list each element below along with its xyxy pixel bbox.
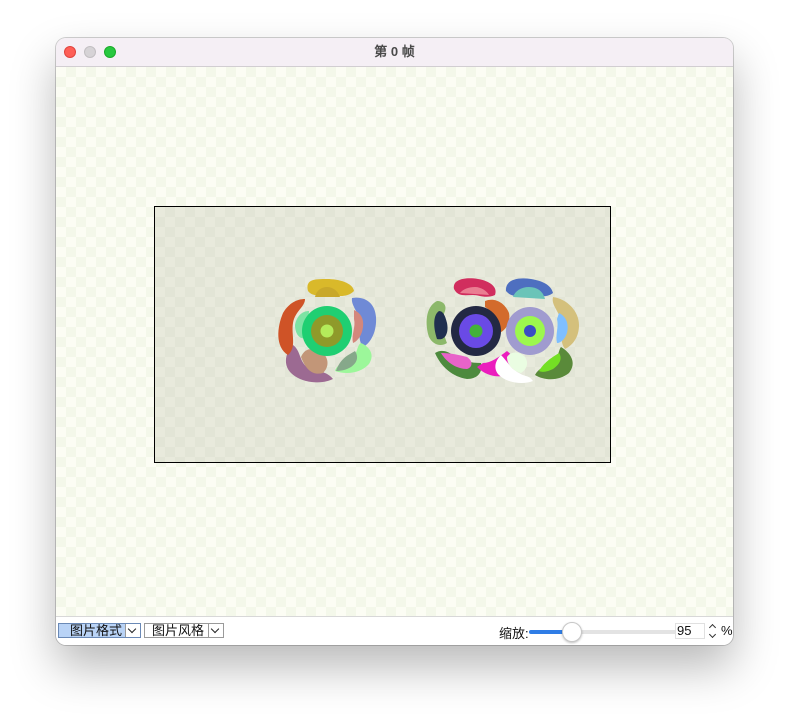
image-format-select[interactable]: 图片格式 [58, 623, 141, 638]
slider-thumb[interactable] [561, 622, 582, 642]
zoom-slider[interactable] [529, 622, 679, 642]
window-title: 第 0 帧 [374, 44, 415, 59]
image-style-select[interactable]: 图片风格 [144, 623, 224, 638]
flower-1 [278, 279, 377, 383]
bottom-toolbar: 图片格式 图片风格 缩放: 95 % [56, 616, 733, 645]
zoom-unit: % [721, 623, 733, 638]
zoom-stepper[interactable] [708, 621, 718, 641]
chevron-down-icon[interactable] [208, 624, 223, 637]
zoom-label: 缩放: [499, 626, 529, 641]
main-window: 第 0 帧 图片格式 图片风格 缩放: 95 % [56, 38, 733, 645]
stepper-down-icon[interactable] [708, 630, 717, 639]
flower-3 [495, 278, 579, 383]
canvas-area[interactable] [56, 67, 733, 616]
frame-preview[interactable] [154, 206, 611, 463]
title-bar[interactable]: 第 0 帧 [56, 38, 733, 67]
chevron-down-icon[interactable] [125, 624, 140, 637]
flower-sprites [278, 278, 579, 383]
zoom-input[interactable]: 95 [675, 623, 705, 639]
image-format-value: 图片格式 [70, 623, 123, 638]
image-style-value: 图片风格 [152, 623, 205, 638]
